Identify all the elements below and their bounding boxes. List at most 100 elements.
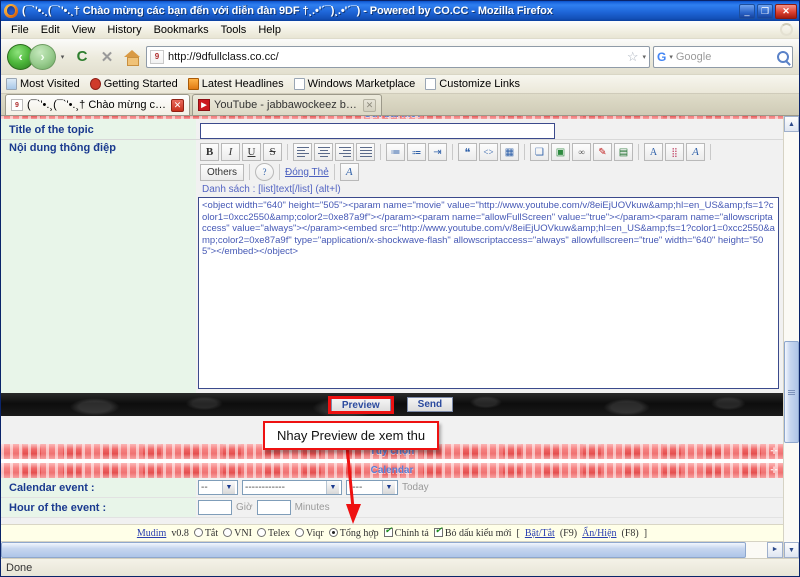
close-button[interactable]: ✕: [775, 3, 797, 19]
vertical-scrollbar[interactable]: ▲ ▼: [783, 116, 799, 558]
radio-icon[interactable]: [256, 527, 266, 537]
others-button[interactable]: Others: [200, 163, 245, 181]
close-tag-link[interactable]: Đóng Thẻ: [285, 167, 329, 178]
collapse-icon[interactable]: ✛: [768, 464, 780, 476]
close-icon[interactable]: ✕: [363, 98, 376, 112]
italic-button[interactable]: I: [221, 143, 240, 161]
vscroll-thumb[interactable]: [784, 341, 799, 444]
color-button[interactable]: ✎: [593, 143, 612, 161]
calendar-day-select[interactable]: -- ▼: [198, 480, 238, 495]
search-engine-chevron-icon[interactable]: ▾: [669, 53, 673, 61]
bookmark-star-icon[interactable]: ☆: [627, 49, 639, 65]
code-button[interactable]: <>: [479, 143, 498, 161]
message-body-textarea[interactable]: <object width="640" height="505"><param …: [198, 197, 779, 389]
mudim-spellcheck[interactable]: Chính tả: [383, 526, 429, 539]
ordered-list-button[interactable]: ⩴: [407, 143, 426, 161]
home-button[interactable]: [121, 45, 143, 69]
checkbox-icon[interactable]: [433, 526, 443, 537]
hscroll-track[interactable]: [1, 541, 767, 558]
mudim-mode-telex[interactable]: Telex: [256, 527, 290, 539]
radio-icon[interactable]: [223, 527, 233, 537]
radio-icon[interactable]: [295, 527, 305, 537]
minimize-button[interactable]: _: [739, 3, 755, 19]
title-bar: (¯`'•.¸(¯`'•.¸† Chào mừng các bạn đến vớ…: [1, 1, 799, 21]
mudim-toggle-link[interactable]: Bật/Tắt: [525, 528, 555, 539]
mudim-hide-link[interactable]: Ẩn/Hiện: [582, 528, 616, 539]
menu-edit[interactable]: Edit: [35, 23, 66, 37]
vscroll-track[interactable]: [784, 132, 799, 542]
quote-button[interactable]: ❝: [458, 143, 477, 161]
toolbar-divider: [380, 144, 381, 160]
mudim-newtone[interactable]: Bỏ dấu kiểu mới: [433, 526, 512, 539]
hour-input[interactable]: [198, 500, 232, 515]
menu-bookmarks[interactable]: Bookmarks: [148, 23, 215, 37]
indent-button[interactable]: ⇥: [428, 143, 447, 161]
strikethrough-button[interactable]: S: [263, 143, 282, 161]
link-button[interactable]: ∞: [572, 143, 591, 161]
bookmark-most-visited[interactable]: Most Visited: [6, 78, 80, 90]
align-center-button[interactable]: [314, 143, 333, 161]
send-button[interactable]: Send: [406, 397, 454, 412]
mudim-link[interactable]: Mudim: [137, 528, 166, 539]
tab-youtube[interactable]: ▶ YouTube - jabbawockeez best episodes ✕: [192, 94, 382, 115]
mudim-mode-vni[interactable]: VNI: [223, 527, 252, 539]
table-button[interactable]: ▦: [500, 143, 519, 161]
hscroll-right-button[interactable]: ►: [767, 541, 783, 558]
bookmark-customize-links[interactable]: Customize Links: [425, 78, 520, 90]
preview-button[interactable]: Preview: [330, 397, 391, 413]
checkbox-icon[interactable]: [383, 526, 393, 537]
mudim-mode-viqr[interactable]: Viqr: [295, 527, 324, 539]
menu-view[interactable]: View: [66, 23, 102, 37]
close-icon[interactable]: ✕: [171, 98, 184, 112]
mudim-mode-off[interactable]: Tắt: [193, 527, 218, 539]
stop-button[interactable]: ✕: [96, 45, 118, 69]
search-input[interactable]: Google: [676, 51, 774, 63]
scroll-down-button[interactable]: ▼: [784, 542, 799, 558]
window-title: (¯`'•.¸(¯`'•.¸† Chào mừng các bạn đến vớ…: [22, 5, 553, 17]
scroll-up-button[interactable]: ▲: [784, 116, 799, 132]
radio-icon[interactable]: [193, 527, 203, 537]
video-button[interactable]: ▤: [614, 143, 633, 161]
search-bar[interactable]: G ▾ Google: [653, 45, 793, 68]
menu-history[interactable]: History: [101, 23, 147, 37]
menu-tools[interactable]: Tools: [215, 23, 253, 37]
address-bar[interactable]: 9 http://9dfullclass.co.cc/ ☆ ▾: [146, 45, 650, 68]
flash-button[interactable]: ❏: [530, 143, 549, 161]
expand-icon[interactable]: ✛: [768, 445, 780, 457]
bold-button[interactable]: B: [200, 143, 219, 161]
chevron-down-icon[interactable]: ▼: [222, 481, 235, 494]
bookmark-getting-started[interactable]: Getting Started: [89, 78, 178, 90]
toolbar-divider: [638, 144, 639, 160]
horizontal-scrollbar[interactable]: ►: [1, 541, 783, 558]
maximize-button[interactable]: ❐: [757, 3, 773, 19]
smiley-grid-button[interactable]: ⣿: [665, 143, 684, 161]
search-icon[interactable]: [777, 50, 789, 63]
chevron-down-icon[interactable]: ▾: [642, 53, 646, 61]
topic-title-input[interactable]: [200, 123, 555, 139]
menu-help[interactable]: Help: [252, 23, 287, 37]
align-left-icon: [296, 146, 309, 158]
font-button[interactable]: A: [644, 143, 663, 161]
align-right-button[interactable]: [335, 143, 354, 161]
menu-file[interactable]: File: [5, 23, 35, 37]
underline-button[interactable]: U: [242, 143, 261, 161]
tab-forum[interactable]: 9 (¯`'•.¸(¯`'•.¸† Chào mừng các bạ... ✕: [5, 94, 190, 115]
reload-button[interactable]: C: [71, 45, 93, 69]
minute-input[interactable]: [256, 500, 291, 515]
bookmark-latest-headlines[interactable]: Latest Headlines: [187, 78, 284, 90]
forward-button[interactable]: ›: [29, 43, 56, 70]
annotation-callout: Nhay Preview de xem thu: [263, 421, 440, 450]
bookmark-windows-marketplace[interactable]: Windows Marketplace: [293, 78, 415, 90]
image-button[interactable]: ▣: [551, 143, 570, 161]
help-button[interactable]: ?: [255, 163, 275, 181]
font-style-button[interactable]: A: [686, 143, 705, 161]
align-left-button[interactable]: [293, 143, 312, 161]
hscroll-thumb[interactable]: [1, 541, 746, 558]
chevron-down-icon[interactable]: ▼: [382, 481, 395, 494]
unordered-list-button[interactable]: ≔: [386, 143, 405, 161]
history-dropdown-icon[interactable]: ▾: [57, 53, 68, 61]
calendar-month-select[interactable]: ------------ ▼: [242, 480, 342, 495]
font-size-button[interactable]: A: [339, 163, 359, 181]
align-justify-button[interactable]: [356, 143, 375, 161]
bookmark-label: Getting Started: [103, 78, 178, 90]
